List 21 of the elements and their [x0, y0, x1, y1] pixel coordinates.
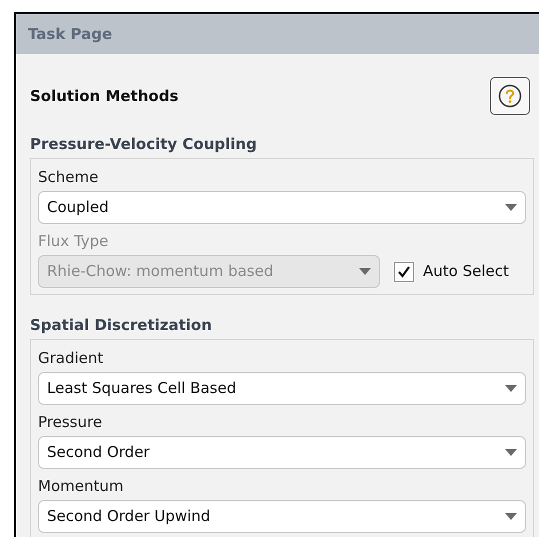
section-heading: Spatial Discretization [30, 315, 213, 336]
caret-icon [505, 513, 517, 520]
dropdown[interactable]: Second Order Upwind [38, 500, 526, 533]
field-label: Scheme [38, 167, 100, 188]
panel-title: Task Page [28, 24, 112, 45]
caret-icon [359, 268, 371, 275]
dropdown[interactable]: Least Squares Cell Based [38, 372, 526, 405]
caret-icon [505, 385, 517, 392]
help-icon [498, 84, 522, 108]
section-heading: Pressure-Velocity Coupling [30, 134, 258, 155]
field-label: Momentum [38, 476, 124, 497]
field-label: Flux Type [38, 231, 110, 252]
help-button[interactable] [490, 77, 530, 115]
field-label: Gradient [38, 348, 104, 369]
caret-icon [505, 449, 517, 456]
checkbox-label: Auto Select [423, 261, 509, 282]
page-heading: Solution Methods [30, 86, 178, 107]
field-label: Pressure [38, 412, 104, 433]
dropdown[interactable]: Coupled [38, 191, 526, 224]
dropdown[interactable]: Second Order [38, 436, 526, 469]
caret-icon [505, 204, 517, 211]
